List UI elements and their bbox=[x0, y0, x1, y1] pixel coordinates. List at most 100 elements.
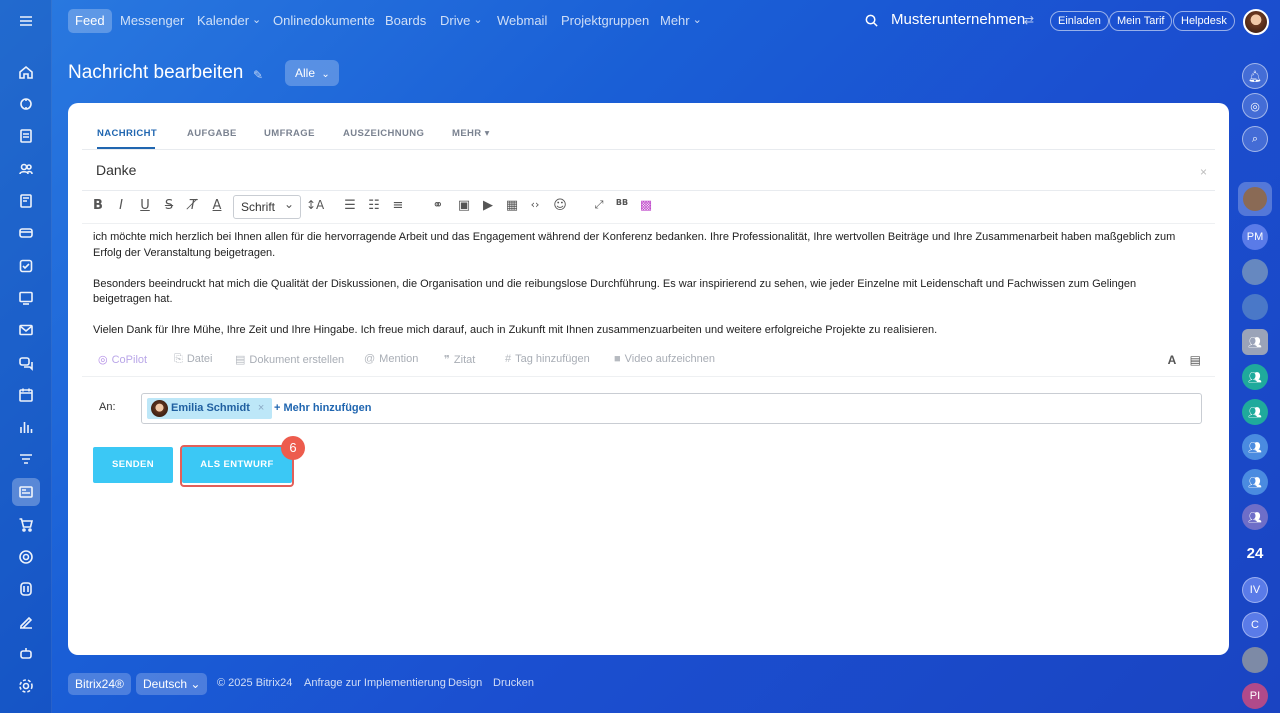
ai-image-icon[interactable]: ▩ bbox=[637, 198, 655, 213]
company-name[interactable]: Musterunternehmen bbox=[891, 11, 1025, 28]
contact-avatar-2[interactable] bbox=[1242, 259, 1268, 285]
contacts-icon[interactable] bbox=[12, 155, 40, 183]
bell-icon[interactable]: 🔔︎ bbox=[1242, 63, 1268, 89]
funnel-icon[interactable] bbox=[12, 446, 40, 474]
bold-icon[interactable]: B bbox=[89, 198, 107, 213]
home-icon[interactable] bbox=[12, 58, 40, 86]
group-chat-5[interactable]: 👥︎ bbox=[1242, 469, 1268, 495]
emoji-icon[interactable]: ☺ bbox=[551, 198, 569, 213]
tab-message[interactable]: NACHRICHT bbox=[97, 128, 157, 139]
bbcode-icon[interactable]: BB bbox=[613, 198, 631, 207]
nav-projects[interactable]: Projektgruppen bbox=[555, 9, 655, 33]
target-icon[interactable] bbox=[12, 543, 40, 571]
send-button[interactable]: SENDEN bbox=[93, 447, 173, 483]
chat-icon[interactable] bbox=[12, 349, 40, 377]
implementation-request-link[interactable]: Anfrage zur Implementierung bbox=[304, 677, 446, 689]
tasks-icon[interactable] bbox=[12, 252, 40, 280]
table-icon[interactable]: ▦ bbox=[503, 198, 521, 213]
panel-icon[interactable]: ▤ bbox=[1190, 353, 1201, 367]
bitrix24-brand-button[interactable]: Bitrix24® bbox=[68, 673, 131, 695]
strikethrough-icon[interactable]: S bbox=[160, 198, 178, 213]
add-more-recipients-link[interactable]: + Mehr hinzufügen bbox=[274, 402, 371, 414]
record-video-button[interactable]: ■ Video aufzeichnen bbox=[614, 353, 715, 365]
recipient-chip[interactable]: Emilia Schmidt × bbox=[147, 398, 273, 419]
copilot-chat-icon[interactable]: ◎ bbox=[1242, 93, 1268, 119]
tab-task[interactable]: AUFGABE bbox=[187, 128, 237, 139]
subject-input[interactable]: Danke bbox=[96, 162, 136, 178]
fullscreen-icon[interactable]: ⤢ bbox=[590, 198, 608, 212]
contact-iv[interactable]: IV bbox=[1242, 577, 1268, 603]
bitrix24-chat[interactable]: 24 bbox=[1242, 540, 1268, 566]
group-chat-6[interactable]: 👥︎ bbox=[1242, 504, 1268, 530]
group-chat-1[interactable]: 👥︎ bbox=[1242, 329, 1268, 355]
font-select[interactable]: Schrift bbox=[233, 193, 301, 219]
contact-avatar-1[interactable] bbox=[1238, 182, 1272, 216]
group-chat-4[interactable]: 👥︎ bbox=[1242, 434, 1268, 460]
nav-online-docs[interactable]: Onlinedokumente bbox=[267, 9, 381, 33]
contact-avatar-3[interactable] bbox=[1242, 294, 1268, 320]
underline-icon[interactable]: U bbox=[136, 198, 154, 213]
copilot-icon[interactable] bbox=[12, 90, 40, 118]
user-avatar[interactable] bbox=[1243, 9, 1269, 35]
close-icon[interactable]: × bbox=[1200, 165, 1207, 179]
nav-feed[interactable]: Feed bbox=[68, 9, 112, 33]
mention-button[interactable]: @ Mention bbox=[364, 353, 418, 365]
nav-messenger[interactable]: Messenger bbox=[114, 9, 190, 33]
italic-icon[interactable]: I bbox=[112, 198, 130, 213]
filter-dropdown[interactable]: Alle ⌄ bbox=[285, 60, 339, 86]
create-document-button[interactable]: ▤ Dokument erstellen bbox=[235, 353, 344, 366]
add-tag-button[interactable]: # Tag hinzufügen bbox=[505, 353, 590, 365]
message-body[interactable]: ich möchte mich herzlich bei Ihnen allen… bbox=[93, 230, 1193, 354]
documents-icon[interactable] bbox=[12, 122, 40, 150]
print-link[interactable]: Drucken bbox=[493, 677, 534, 689]
signature-icon[interactable] bbox=[12, 608, 40, 636]
tab-more[interactable]: MEHR ▾ bbox=[452, 128, 490, 139]
contact-avatar-4[interactable] bbox=[1242, 647, 1268, 673]
quote-button[interactable]: ❞ Zitat bbox=[444, 353, 475, 366]
card-icon[interactable] bbox=[12, 219, 40, 247]
contact-c[interactable]: C bbox=[1242, 612, 1268, 638]
tab-award[interactable]: AUSZEICHNUNG bbox=[343, 128, 424, 139]
helpdesk-button[interactable]: Helpdesk bbox=[1173, 11, 1235, 31]
video-icon[interactable]: ▶ bbox=[479, 198, 497, 213]
numbered-list-icon[interactable]: ☰ bbox=[341, 198, 359, 213]
clear-format-icon[interactable]: T̸ bbox=[184, 198, 202, 213]
nav-webmail[interactable]: Webmail bbox=[491, 9, 553, 33]
switch-icon[interactable]: ⇄ bbox=[1024, 13, 1034, 27]
mail-icon[interactable] bbox=[12, 316, 40, 344]
settings-icon[interactable] bbox=[12, 672, 40, 700]
pin-icon[interactable]: ✎ bbox=[253, 68, 263, 82]
knowledge-icon[interactable] bbox=[12, 575, 40, 603]
robot-icon[interactable] bbox=[12, 640, 40, 668]
group-chat-2[interactable]: 👥︎ bbox=[1242, 364, 1268, 390]
code-icon[interactable]: ‹› bbox=[526, 198, 544, 211]
bullet-list-icon[interactable]: ☷ bbox=[365, 198, 383, 213]
my-plan-button[interactable]: Mein Tarif bbox=[1109, 11, 1173, 31]
cart-icon[interactable] bbox=[12, 511, 40, 539]
align-icon[interactable]: ≡ bbox=[389, 198, 407, 213]
notes-icon[interactable] bbox=[12, 187, 40, 215]
analytics-icon[interactable] bbox=[12, 413, 40, 441]
menu-icon[interactable] bbox=[12, 7, 40, 35]
invite-button[interactable]: Einladen bbox=[1050, 11, 1109, 31]
search-icon[interactable] bbox=[864, 13, 879, 28]
image-icon[interactable]: ▣ bbox=[455, 198, 473, 213]
language-select[interactable]: Deutsch ⌄ bbox=[136, 673, 208, 695]
nav-calendar[interactable]: Kalender bbox=[191, 9, 267, 33]
contact-pm[interactable]: PM bbox=[1242, 224, 1268, 250]
text-format-icon[interactable]: A bbox=[1168, 353, 1177, 367]
groups-icon[interactable] bbox=[12, 284, 40, 312]
nav-boards[interactable]: Boards bbox=[379, 9, 432, 33]
design-link[interactable]: Design bbox=[448, 677, 482, 689]
link-icon[interactable]: ⚭ bbox=[429, 198, 447, 213]
attach-file-button[interactable]: ⎘ Datei bbox=[174, 353, 213, 366]
nav-drive[interactable]: Drive bbox=[434, 9, 489, 33]
contact-pi[interactable]: PI bbox=[1242, 683, 1268, 709]
search-chat-icon[interactable]: ⌕ bbox=[1242, 126, 1268, 152]
feed-icon[interactable] bbox=[12, 478, 40, 506]
text-color-icon[interactable]: A bbox=[208, 198, 226, 213]
nav-more[interactable]: Mehr bbox=[654, 9, 708, 33]
recipients-field[interactable]: Emilia Schmidt × + Mehr hinzufügen bbox=[141, 393, 1202, 424]
font-size-icon[interactable]: ↕A bbox=[306, 198, 324, 212]
copilot-button[interactable]: ◎ CoPilot bbox=[98, 353, 147, 366]
